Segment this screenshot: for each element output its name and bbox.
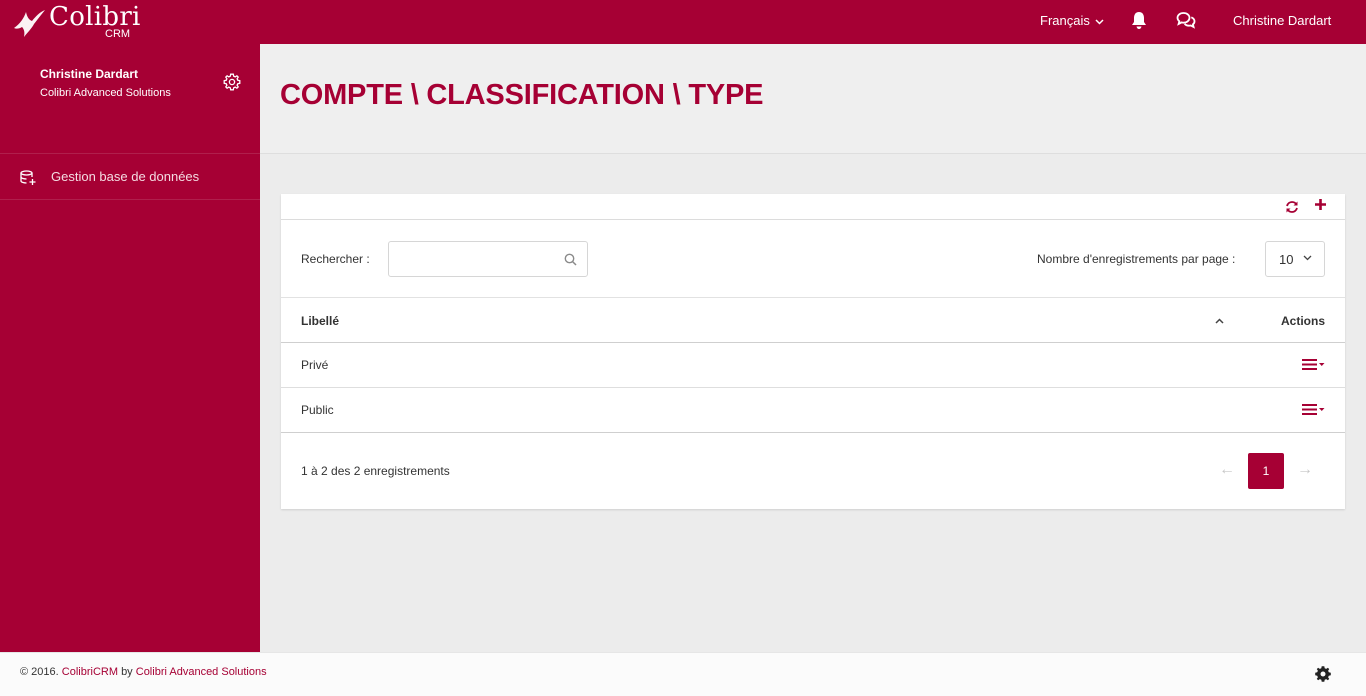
top-bar: Colibri CRM Français Christine Dardart: [0, 0, 1366, 44]
sidebar-item-database-management[interactable]: Gestion base de données: [0, 154, 260, 200]
table-row: Public: [281, 388, 1345, 433]
row-actions-menu-icon[interactable]: [1302, 404, 1325, 415]
language-selector[interactable]: Français: [1040, 13, 1105, 28]
footer-copyright: © 2016. ColibriCRM by Colibri Advanced S…: [20, 666, 267, 678]
card-toolbar: [281, 194, 1345, 220]
add-icon[interactable]: [1314, 198, 1327, 211]
hummingbird-logo-icon: [14, 10, 45, 37]
footer-company-link[interactable]: Colibri Advanced Solutions: [136, 666, 267, 678]
sidebar: Christine Dardart Colibri Advanced Solut…: [0, 44, 260, 652]
pagination-previous[interactable]: ←: [1219, 461, 1235, 479]
search-icon: [564, 253, 577, 266]
notifications-bell-icon[interactable]: [1130, 11, 1148, 30]
footer-prefix: © 2016.: [20, 666, 59, 678]
search-input[interactable]: [395, 248, 555, 270]
search-field[interactable]: [388, 241, 588, 277]
language-label: Français: [1040, 13, 1090, 28]
messages-chat-icon[interactable]: [1176, 11, 1196, 30]
refresh-icon[interactable]: [1285, 200, 1299, 214]
table-row: Privé: [281, 343, 1345, 388]
footer-by: by: [121, 666, 133, 678]
page-header: COMPTE \ CLASSIFICATION \ TYPE: [260, 44, 1366, 154]
row-label: Privé: [301, 358, 329, 372]
row-label: Public: [301, 403, 334, 417]
settings-gear-icon[interactable]: [223, 73, 241, 91]
chevron-down-icon: [1095, 19, 1105, 25]
table-header: Libellé Actions: [281, 297, 1345, 343]
chevron-down-icon: [1303, 255, 1312, 261]
search-label: Rechercher :: [301, 252, 370, 266]
logo[interactable]: Colibri CRM: [12, 2, 142, 42]
column-header-actions: Actions: [1280, 314, 1325, 328]
sidebar-profile: Christine Dardart Colibri Advanced Solut…: [0, 44, 260, 154]
records-info: 1 à 2 des 2 enregistrements: [301, 464, 450, 478]
row-actions-menu-icon[interactable]: [1302, 359, 1325, 370]
database-add-icon: [20, 170, 36, 185]
profile-company: Colibri Advanced Solutions: [40, 87, 171, 99]
footer-brand-link[interactable]: ColibriCRM: [62, 666, 118, 678]
pagination-next[interactable]: →: [1297, 461, 1313, 479]
sidebar-item-label: Gestion base de données: [51, 169, 200, 184]
records-card: Rechercher : Nombre d'enregistrements pa…: [281, 194, 1345, 509]
settings-gear-icon[interactable]: [1314, 665, 1332, 683]
page-title: COMPTE \ CLASSIFICATION \ TYPE: [280, 79, 764, 111]
profile-name: Christine Dardart: [40, 67, 139, 81]
pagination-page-current[interactable]: 1: [1248, 453, 1284, 489]
user-menu[interactable]: Christine Dardart: [1233, 13, 1331, 28]
column-header-label[interactable]: Libellé: [301, 314, 339, 328]
per-page-label: Nombre d'enregistrements par page :: [1037, 252, 1236, 266]
logo-subtitle: CRM: [105, 28, 131, 40]
per-page-value: 10: [1279, 252, 1294, 267]
per-page-select[interactable]: 10: [1265, 241, 1325, 277]
footer: © 2016. ColibriCRM by Colibri Advanced S…: [0, 652, 1366, 696]
sort-ascending-icon[interactable]: [1215, 318, 1224, 324]
